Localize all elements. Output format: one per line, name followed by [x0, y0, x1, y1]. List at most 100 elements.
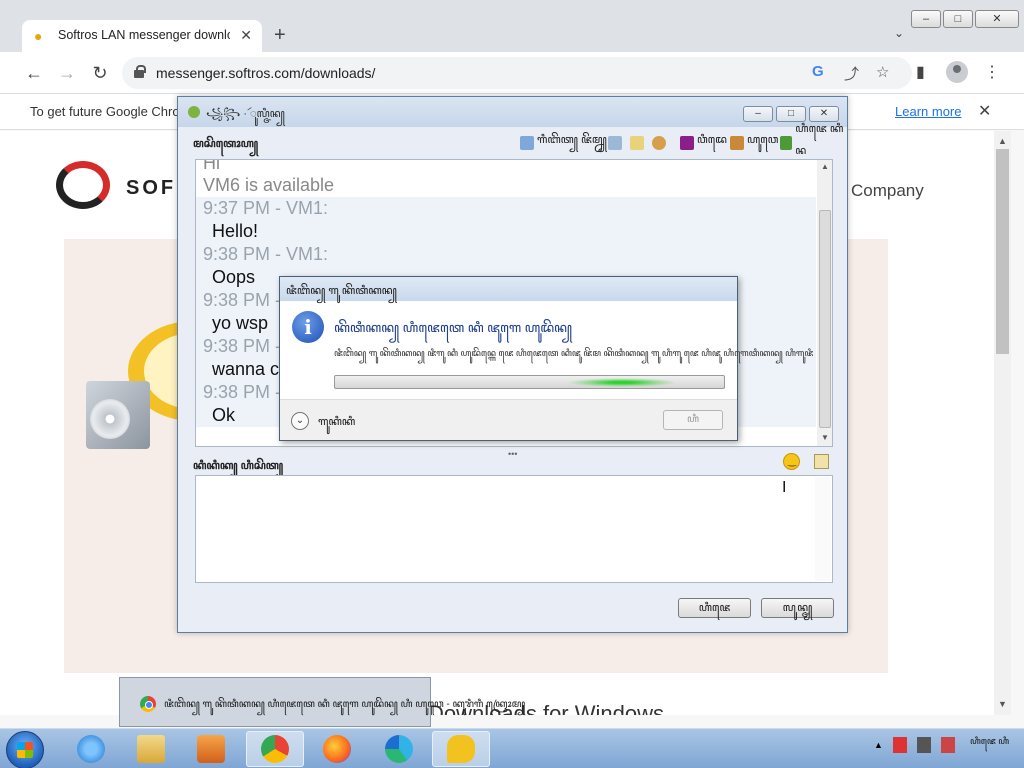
info-bar-text: To get future Google Chro — [30, 104, 180, 119]
close-icon[interactable]: ✕ — [240, 27, 252, 44]
messenger-window-controls: – □ ✕ — [743, 106, 839, 122]
maximize-button[interactable]: □ — [776, 106, 806, 122]
side-panel-icon[interactable]: ▮ — [916, 62, 925, 82]
volume-muted-icon[interactable] — [940, 737, 955, 753]
close-icon[interactable]: ✕ — [978, 101, 991, 121]
firefox-icon — [323, 735, 351, 763]
close-window-button[interactable]: ✕ — [809, 106, 839, 122]
chat-scrollbar[interactable]: ▲ ▼ — [817, 160, 832, 446]
scrollbar-thumb[interactable] — [996, 149, 1009, 354]
system-tray: ▲ — [874, 737, 955, 753]
minimize-button[interactable]: – — [911, 10, 941, 28]
messenger-titlebar[interactable]: ꧁꧂ · ꦂꦸꦭ꧀ꦗꦶꦤ꧀ – □ ✕ — [178, 97, 847, 127]
new-tab-button[interactable]: + — [274, 24, 286, 47]
learn-more-link[interactable]: Learn more — [895, 104, 961, 119]
page-scrollbar[interactable]: ▲ ▼ — [994, 131, 1011, 715]
tab-title: Softros LAN messenger downloads — [58, 28, 230, 42]
folder-icon — [137, 735, 165, 763]
minimize-button[interactable]: – — [743, 106, 773, 122]
dialog-title[interactable]: ꦗꦶꦧꦼꦤ꧀ ꦒꦸ ꦏꦼꦠꦶꦏꦤ꧀ — [280, 277, 737, 301]
taskbar-app-ie[interactable] — [62, 731, 120, 767]
file-icon — [630, 136, 644, 150]
send-button[interactable]: ꦲꦶꦗꦺ — [678, 598, 751, 618]
compose-scrollbar[interactable] — [815, 477, 831, 581]
chrome-icon — [261, 735, 289, 763]
network-warning-icon[interactable] — [892, 737, 907, 753]
progress-dialog: ꦗꦶꦧꦼꦤ꧀ ꦒꦸ ꦏꦼꦠꦶꦏꦤ꧀ i ꦏꦼꦠꦶꦏꦤ꧀ ꦲꦶꦗꦺꦠꦺ ꦏꦶ ꦗꦸ… — [279, 276, 813, 441]
show-hidden-icons-icon[interactable]: ▲ — [874, 740, 883, 750]
nav-company-link[interactable]: Company — [851, 181, 924, 201]
scroll-down-icon[interactable]: ▼ — [821, 433, 829, 442]
maximize-button[interactable]: □ — [943, 10, 973, 28]
users-icon — [730, 136, 744, 150]
appearance-button[interactable] — [652, 134, 666, 152]
exit-icon — [780, 136, 793, 150]
insert-file-icon[interactable] — [814, 454, 829, 469]
close-window-button[interactable]: ✕ — [975, 10, 1019, 28]
reload-button[interactable]: ↻ — [88, 61, 112, 85]
history-button[interactable] — [608, 134, 622, 152]
details-toggle[interactable]: ꦒꦸꦏꦶꦏꦶ — [318, 414, 355, 436]
window-controls: – □ ✕ — [911, 10, 1019, 28]
clock[interactable]: ꦲꦶꦗꦺ ꦲꦶ — [970, 735, 1009, 747]
start-button[interactable] — [6, 731, 44, 768]
url-text[interactable]: messenger.softros.com/downloads/ — [156, 65, 375, 81]
forward-button[interactable]: → — [55, 61, 79, 85]
text-cursor-icon: I — [782, 479, 787, 496]
conversation-label: ꦩꦱꦼꦠꦺꦴꦲ꧀ — [193, 138, 259, 150]
google-translate-icon[interactable]: G — [812, 63, 824, 80]
chevron-down-icon[interactable]: ⌄ — [894, 26, 904, 40]
address-bar[interactable]: messenger.softros.com/downloads/ G ⤴ ☆ — [122, 57, 912, 89]
scroll-down-icon[interactable]: ▼ — [998, 699, 1007, 709]
palette-icon — [652, 136, 666, 150]
video-button[interactable]: ꦮꦶꦢꦺ — [680, 134, 727, 152]
message-input[interactable] — [195, 475, 833, 583]
back-button[interactable]: ← — [22, 61, 46, 85]
taskbar-app-edge[interactable] — [370, 731, 428, 767]
progress-indicator — [566, 378, 677, 387]
dialog-button[interactable]: ꦲꦶ — [663, 410, 723, 430]
speech-bubble-icon: ● — [34, 28, 43, 44]
lock-icon[interactable] — [134, 65, 146, 78]
exit-button[interactable]: ꦲꦶꦗꦺ ꦏꦶꦤ — [780, 123, 847, 157]
network-icon[interactable] — [916, 737, 931, 753]
scroll-up-icon[interactable]: ▲ — [821, 162, 829, 171]
taskbar-app-messenger[interactable] — [432, 731, 490, 767]
chevron-down-icon[interactable]: ⌄ — [291, 412, 309, 430]
bookmark-star-icon[interactable]: ☆ — [876, 63, 889, 81]
taskbar-app-chrome[interactable] — [246, 731, 304, 767]
edge-icon — [385, 735, 413, 763]
menu-icon[interactable]: ⋮ — [984, 62, 1000, 82]
logo-text[interactable]: SOF — [126, 177, 176, 200]
messenger-title: ꧁꧂ · ꦂꦸꦭ꧀ꦗꦶꦤ꧀ — [206, 108, 285, 120]
profile-avatar[interactable] — [946, 61, 968, 83]
browser-tab[interactable]: ● Softros LAN messenger downloads ✕ — [22, 20, 262, 52]
taskbar-app-explorer[interactable] — [122, 731, 180, 767]
cd-disc-icon — [90, 399, 130, 439]
chat-system-line: VM6 is available — [203, 175, 335, 195]
softros-logo-icon[interactable] — [56, 161, 110, 209]
preview-title: ꦗꦶꦧꦼꦤ꧀ ꦒꦸ ꦏꦼꦠꦶꦏꦤ꧀ ꦲꦶꦗꦺꦠꦺ ꦏꦶ ꦗꦸꦒꦺ ꦲꦸꦢꦼꦤ꧀ … — [164, 699, 526, 710]
status-dropdown[interactable]: ꦒꦶꦧꦼꦠ꧀ ꦗꦼꦩ꧀ꦤ꧀ ▼ — [520, 134, 618, 152]
pane-splitter[interactable]: ••• — [508, 449, 517, 459]
chat-message-header: 9:37 PM - VM1: — [196, 197, 816, 220]
dialog-heading: ꦏꦼꦠꦶꦏꦤ꧀ ꦲꦶꦗꦺꦠꦺ ꦏꦶ ꦗꦸꦒꦺ ꦲꦸꦢꦼꦤ꧀ — [334, 320, 572, 335]
user-status-icon — [188, 106, 200, 118]
scroll-up-icon[interactable]: ▲ — [998, 136, 1007, 146]
status-icon — [520, 136, 534, 150]
emoticon-icon[interactable] — [783, 453, 800, 470]
taskbar-app-media[interactable] — [182, 731, 240, 767]
users-button[interactable]: ꦲꦸꦮꦺ — [730, 134, 778, 152]
media-player-icon — [197, 735, 225, 763]
scrollbar-thumb[interactable] — [819, 210, 831, 428]
chat-system-line: Hi — [203, 159, 220, 173]
taskbar-preview[interactable]: ꦗꦶꦧꦼꦤ꧀ ꦒꦸ ꦏꦼꦠꦶꦏꦤ꧀ ꦲꦶꦗꦺꦠꦺ ꦏꦶ ꦗꦸꦒꦺ ꦲꦸꦢꦼꦤ꧀ … — [119, 677, 525, 727]
send-file-button[interactable] — [630, 134, 644, 152]
share-icon[interactable]: ⤴ — [844, 63, 859, 84]
taskbar-app-firefox[interactable] — [308, 731, 366, 767]
internet-explorer-icon — [77, 735, 105, 763]
browser-toolbar: ← → ↻ messenger.softros.com/downloads/ G… — [0, 52, 1024, 94]
dialog-message: ꦗꦶꦧꦼꦤ꧀ ꦒꦸ ꦏꦼꦠꦶꦏꦤ꧀ ꦗꦶꦒꦸ ꦏꦶ ꦲꦸꦢꦼꦤ꧀ꦒꦺ ꦗꦺ ꦲꦶ… — [334, 348, 814, 358]
close-button[interactable]: ꦭꦸꦤ꧀ꦗ꧀ — [761, 598, 834, 618]
book-icon — [608, 136, 622, 150]
